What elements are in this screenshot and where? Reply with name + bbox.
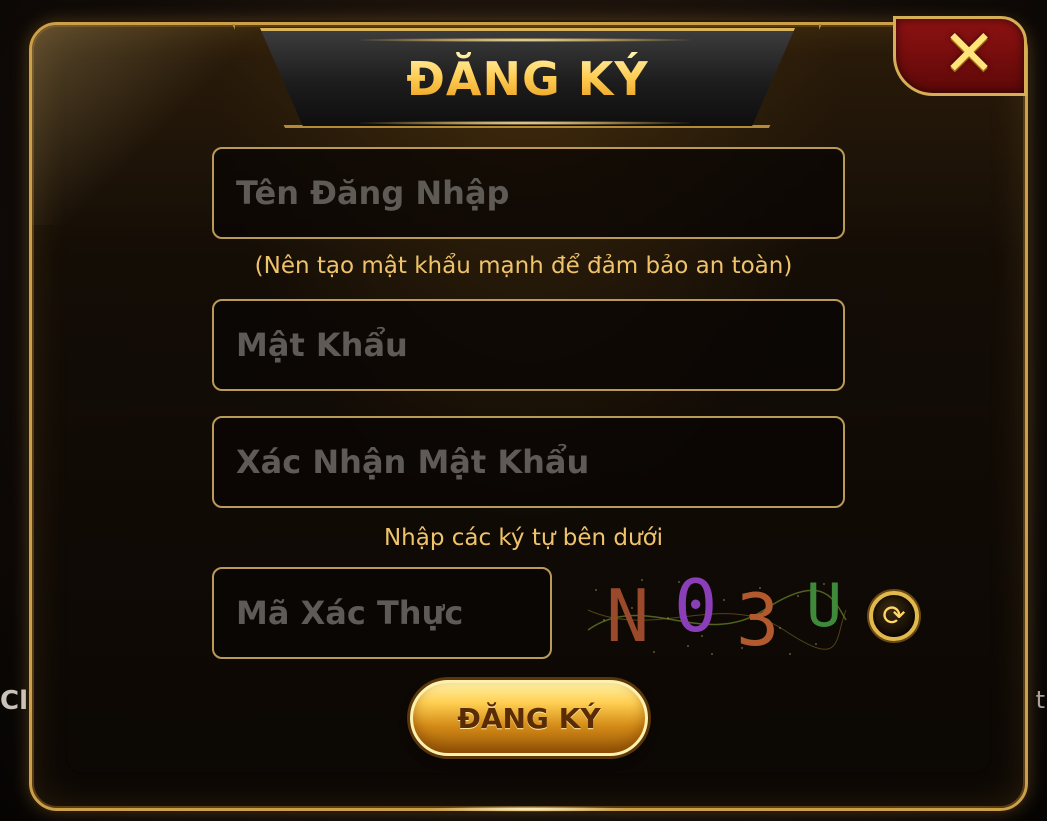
username-input[interactable]	[214, 149, 843, 237]
password-field[interactable]	[212, 299, 845, 391]
captcha-char: 0	[674, 570, 718, 648]
confirm-password-input[interactable]	[214, 418, 843, 506]
refresh-captcha-button[interactable]: ⟳	[869, 591, 919, 641]
captcha-hint: Nhập các ký tự bên dưới	[383, 525, 664, 551]
title-banner-glow	[360, 38, 690, 42]
dialog-title: ĐĂNG KÝ	[260, 52, 795, 106]
register-button-label: ĐĂNG KÝ	[457, 701, 601, 735]
captcha-field[interactable]	[212, 567, 552, 659]
register-submit-button[interactable]: ĐĂNG KÝ	[410, 680, 648, 756]
username-field[interactable]	[212, 147, 845, 239]
confirm-password-field[interactable]	[212, 416, 845, 508]
background-text-left: Cl	[0, 686, 28, 716]
screen: Cl t ĐĂNG KÝ ✕ (Nên tạo mật khẩu mạnh để…	[0, 0, 1047, 821]
captcha-char: 3	[736, 578, 780, 660]
refresh-icon: ⟳	[882, 599, 906, 632]
captcha-char: U	[806, 571, 843, 641]
captcha-input[interactable]	[214, 569, 550, 657]
close-icon: ✕	[942, 17, 996, 91]
background-text-right: t	[1035, 686, 1045, 714]
password-input[interactable]	[214, 301, 843, 389]
password-hint: (Nên tạo mật khẩu mạnh để đảm bảo an toà…	[254, 253, 793, 279]
captcha-image: N 0 3 U	[584, 570, 848, 660]
close-button[interactable]: ✕	[893, 16, 1027, 96]
title-banner-glow	[360, 121, 690, 125]
captcha-char: N	[606, 574, 650, 658]
